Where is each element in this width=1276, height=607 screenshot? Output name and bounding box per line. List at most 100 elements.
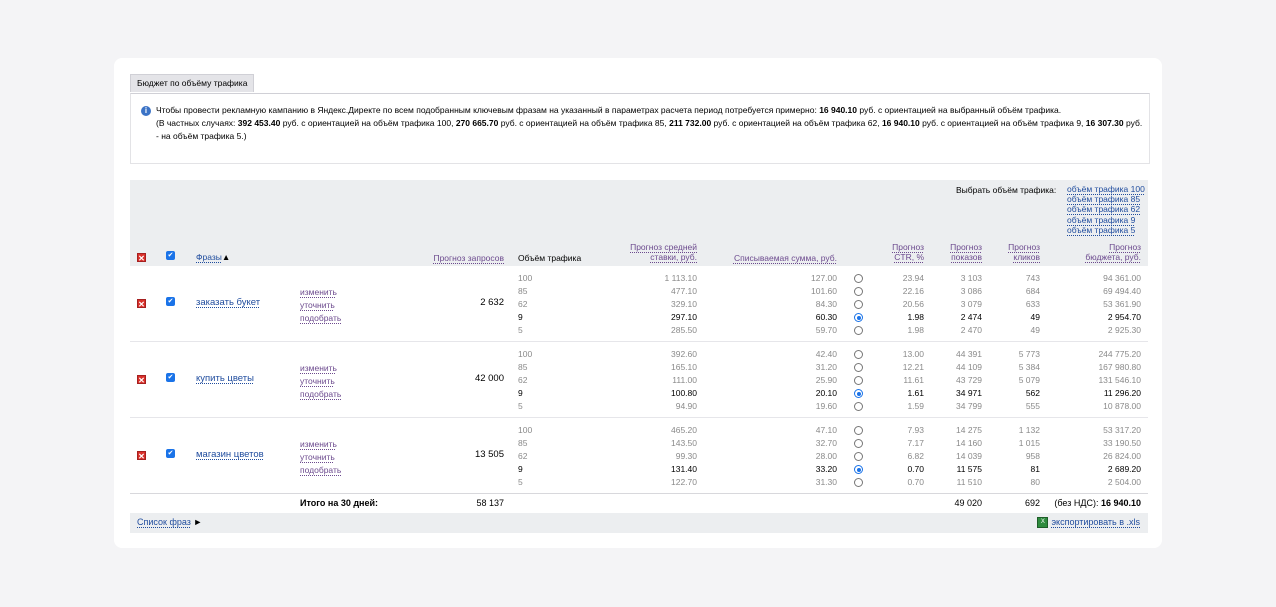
phrase-actions: изменить уточнить подобрать bbox=[300, 286, 341, 325]
traffic-level: 100 bbox=[518, 273, 533, 283]
phrases-header[interactable]: Фразы▲ bbox=[196, 252, 230, 262]
ctr-header-line1[interactable]: Прогноз bbox=[878, 242, 924, 252]
traffic-radio[interactable] bbox=[854, 478, 863, 487]
traffic-radio[interactable] bbox=[854, 363, 863, 372]
ctr-value: 23.94 bbox=[902, 273, 924, 283]
traffic-radio[interactable] bbox=[854, 313, 863, 322]
ctr-value: 1.98 bbox=[907, 325, 924, 335]
charge-value: 25.90 bbox=[815, 375, 837, 385]
clicks-value: 80 bbox=[1030, 477, 1040, 487]
ctr-header[interactable]: Прогноз CTR, % bbox=[878, 242, 924, 262]
traffic-radio[interactable] bbox=[854, 389, 863, 398]
totals-shows: 49 020 bbox=[954, 498, 982, 508]
ctr-header-line2[interactable]: CTR, % bbox=[878, 252, 924, 262]
change-link[interactable]: изменить bbox=[300, 362, 341, 375]
charge-value: 47.10 bbox=[815, 425, 837, 435]
clicks-value: 5 773 bbox=[1018, 349, 1040, 359]
info-text-part: Чтобы провести рекламную кампанию в Янде… bbox=[156, 105, 820, 115]
phrase-cell[interactable]: заказать букет bbox=[196, 297, 260, 308]
phrase-actions: изменить уточнить подобрать bbox=[300, 438, 341, 477]
refine-link[interactable]: уточнить bbox=[300, 375, 341, 388]
traffic-option-100[interactable]: объём трафика 100 bbox=[1067, 184, 1145, 194]
traffic-option-5[interactable]: объём трафика 5 bbox=[1067, 225, 1145, 235]
phrase-link[interactable]: магазин цветов bbox=[196, 449, 264, 460]
refine-link[interactable]: уточнить bbox=[300, 299, 341, 312]
requests-value: 2 632 bbox=[480, 297, 504, 308]
traffic-radio[interactable] bbox=[854, 350, 863, 359]
traffic-radio[interactable] bbox=[854, 274, 863, 283]
shows-header-line2[interactable]: показов bbox=[936, 252, 982, 262]
bid-header[interactable]: Прогноз средней ставки, руб. bbox=[610, 242, 697, 262]
traffic-option-9[interactable]: объём трафика 9 bbox=[1067, 215, 1145, 225]
requests-header-label[interactable]: Прогноз запросов bbox=[433, 253, 504, 263]
traffic-radio[interactable] bbox=[854, 376, 863, 385]
phrases-sort-link[interactable]: Фразы bbox=[196, 252, 222, 262]
clicks-header-line2[interactable]: кликов bbox=[994, 252, 1040, 262]
delete-phrase-icon[interactable]: ✕ bbox=[137, 451, 146, 461]
phrase-list-link[interactable]: Список фраз bbox=[137, 517, 191, 527]
charge-value: 31.20 bbox=[815, 362, 837, 372]
pick-link[interactable]: подобрать bbox=[300, 464, 341, 477]
select-all-checkbox[interactable]: ✔ bbox=[166, 251, 175, 260]
traffic-radio[interactable] bbox=[854, 287, 863, 296]
traffic-level: 62 bbox=[518, 451, 528, 461]
traffic-radio[interactable] bbox=[854, 426, 863, 435]
traffic-option-85[interactable]: объём трафика 85 bbox=[1067, 194, 1145, 204]
budget-value: 167 980.80 bbox=[1098, 362, 1141, 372]
budget-header-line2[interactable]: бюджета, руб. bbox=[1050, 252, 1141, 262]
ctr-value: 0.70 bbox=[907, 464, 924, 474]
shows-header-line1[interactable]: Прогноз bbox=[936, 242, 982, 252]
traffic-radio[interactable] bbox=[854, 439, 863, 448]
traffic-radio[interactable] bbox=[854, 452, 863, 461]
clicks-header[interactable]: Прогноз кликов bbox=[994, 242, 1040, 262]
budget-value: 53 361.90 bbox=[1103, 299, 1141, 309]
phrase-checkbox[interactable]: ✔ bbox=[166, 297, 175, 306]
refine-link[interactable]: уточнить bbox=[300, 451, 341, 464]
export-xls[interactable]: Xэкспортировать в .xls bbox=[1037, 517, 1140, 529]
traffic-radio[interactable] bbox=[854, 300, 863, 309]
totals-budget-value: 16 940.10 bbox=[1100, 498, 1141, 508]
phrase-link[interactable]: купить цветы bbox=[196, 373, 254, 384]
shows-value: 43 729 bbox=[956, 375, 982, 385]
export-xls-link[interactable]: экспортировать в .xls bbox=[1051, 517, 1140, 527]
delete-phrase-icon[interactable]: ✕ bbox=[137, 375, 146, 385]
phrase-cell[interactable]: магазин цветов bbox=[196, 449, 264, 460]
budget-header-line1[interactable]: Прогноз bbox=[1050, 242, 1141, 252]
change-link[interactable]: изменить bbox=[300, 438, 341, 451]
traffic-radio[interactable] bbox=[854, 465, 863, 474]
pick-link[interactable]: подобрать bbox=[300, 312, 341, 325]
info-box: i Чтобы провести рекламную кампанию в Ян… bbox=[130, 93, 1150, 164]
tab-traffic-budget[interactable]: Бюджет по объёму трафика bbox=[130, 74, 255, 92]
phrase-checkbox[interactable]: ✔ bbox=[166, 449, 175, 458]
phrase-checkbox[interactable]: ✔ bbox=[166, 373, 175, 382]
traffic-radio[interactable] bbox=[854, 326, 863, 335]
shows-value: 2 470 bbox=[960, 325, 982, 335]
phrase-link[interactable]: заказать букет bbox=[196, 297, 260, 308]
traffic-level: 62 bbox=[518, 375, 528, 385]
ctr-value: 22.16 bbox=[902, 286, 924, 296]
shows-value: 3 079 bbox=[960, 299, 982, 309]
charge-header[interactable]: Списываемая сумма, руб. bbox=[720, 253, 837, 263]
bid-header-line1[interactable]: Прогноз средней bbox=[610, 242, 697, 252]
charge-value: 19.60 bbox=[815, 401, 837, 411]
delete-phrase-icon[interactable]: ✕ bbox=[137, 299, 146, 309]
bid-header-line2[interactable]: ставки, руб. bbox=[610, 252, 697, 262]
requests-value: 13 505 bbox=[474, 449, 504, 460]
traffic-option-62[interactable]: объём трафика 62 bbox=[1067, 204, 1145, 214]
charge-value: 127.00 bbox=[811, 273, 837, 283]
charge-header-label[interactable]: Списываемая сумма, руб. bbox=[734, 253, 837, 263]
shows-value: 14 275 bbox=[956, 425, 982, 435]
traffic-level: 85 bbox=[518, 438, 528, 448]
requests-header[interactable]: Прогноз запросов bbox=[430, 253, 504, 263]
pick-link[interactable]: подобрать bbox=[300, 388, 341, 401]
row-divider bbox=[130, 341, 1148, 342]
clicks-value: 81 bbox=[1030, 464, 1040, 474]
shows-header[interactable]: Прогноз показов bbox=[936, 242, 982, 262]
phrase-cell[interactable]: купить цветы bbox=[196, 373, 254, 384]
change-link[interactable]: изменить bbox=[300, 286, 341, 299]
delete-all-icon[interactable]: ✕ bbox=[137, 253, 146, 263]
budget-header[interactable]: Прогноз бюджета, руб. bbox=[1050, 242, 1141, 262]
phrase-list-toggle[interactable]: Список фраз ► bbox=[137, 517, 202, 527]
clicks-header-line1[interactable]: Прогноз bbox=[994, 242, 1040, 252]
traffic-radio[interactable] bbox=[854, 402, 863, 411]
